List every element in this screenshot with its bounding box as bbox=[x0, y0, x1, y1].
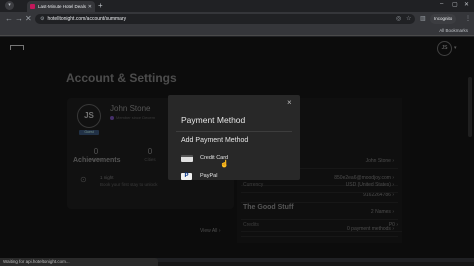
url-text: hotelltonight.com/account/summary bbox=[47, 16, 127, 22]
paypal-icon: P bbox=[181, 173, 192, 180]
reload-icon[interactable]: ✕ bbox=[25, 14, 32, 24]
back-icon[interactable]: ← bbox=[5, 14, 13, 24]
eye-off-icon[interactable]: ◎ bbox=[396, 15, 401, 22]
close-window-icon[interactable]: ✕ bbox=[464, 1, 469, 8]
browser-toolbar: ← → ✕ ⚙ hotelltonight.com/account/summar… bbox=[0, 12, 474, 26]
close-icon[interactable]: × bbox=[287, 99, 292, 107]
minimize-icon[interactable]: – bbox=[440, 1, 443, 7]
paypal-option[interactable]: P PayPal bbox=[181, 171, 286, 183]
forward-icon[interactable]: → bbox=[15, 14, 23, 24]
address-bar[interactable]: ⚙ hotelltonight.com/account/summary bbox=[35, 14, 415, 24]
bookmark-star-icon[interactable]: ☆ bbox=[406, 15, 411, 22]
status-text: Waiting for api.hoteltonight.com... bbox=[3, 259, 70, 264]
payment-method-modal: × Payment Method Add Payment Method Cred… bbox=[168, 95, 300, 180]
paypal-label: PayPal bbox=[200, 173, 218, 179]
credit-card-icon bbox=[181, 155, 193, 162]
menu-dots-icon[interactable]: ⋮ bbox=[465, 15, 471, 22]
mouse-pointer-icon: ☝ bbox=[220, 161, 229, 168]
browser-tab[interactable]: Last-Minute Hotel Deals at Gre... ✕ bbox=[27, 1, 95, 12]
new-tab-icon[interactable]: + bbox=[98, 1, 103, 11]
site-info-icon[interactable]: ⚙ bbox=[40, 16, 44, 22]
modal-title: Payment Method bbox=[181, 115, 246, 125]
credit-card-option[interactable]: Credit Card bbox=[181, 153, 286, 165]
close-tab-icon[interactable]: ✕ bbox=[88, 4, 92, 10]
divider bbox=[176, 131, 292, 132]
status-bar: Waiting for api.hoteltonight.com... bbox=[0, 258, 158, 266]
all-bookmarks-link[interactable]: All Bookmarks bbox=[439, 28, 468, 33]
page-bottom bbox=[158, 262, 474, 266]
bookmarks-bar: All Bookmarks bbox=[0, 26, 474, 36]
tab-title: Last-Minute Hotel Deals at Gre... bbox=[38, 4, 86, 9]
incognito-indicator[interactable]: Incognito bbox=[430, 14, 457, 24]
maximize-icon[interactable]: ▢ bbox=[452, 1, 458, 8]
favicon-icon bbox=[30, 4, 35, 9]
modal-subtitle: Add Payment Method bbox=[181, 137, 249, 144]
tab-search-icon[interactable]: ▾ bbox=[5, 1, 14, 10]
side-panel-icon[interactable]: ▥ bbox=[420, 15, 426, 22]
tab-strip: ▾ Last-Minute Hotel Deals at Gre... ✕ + … bbox=[0, 0, 474, 12]
